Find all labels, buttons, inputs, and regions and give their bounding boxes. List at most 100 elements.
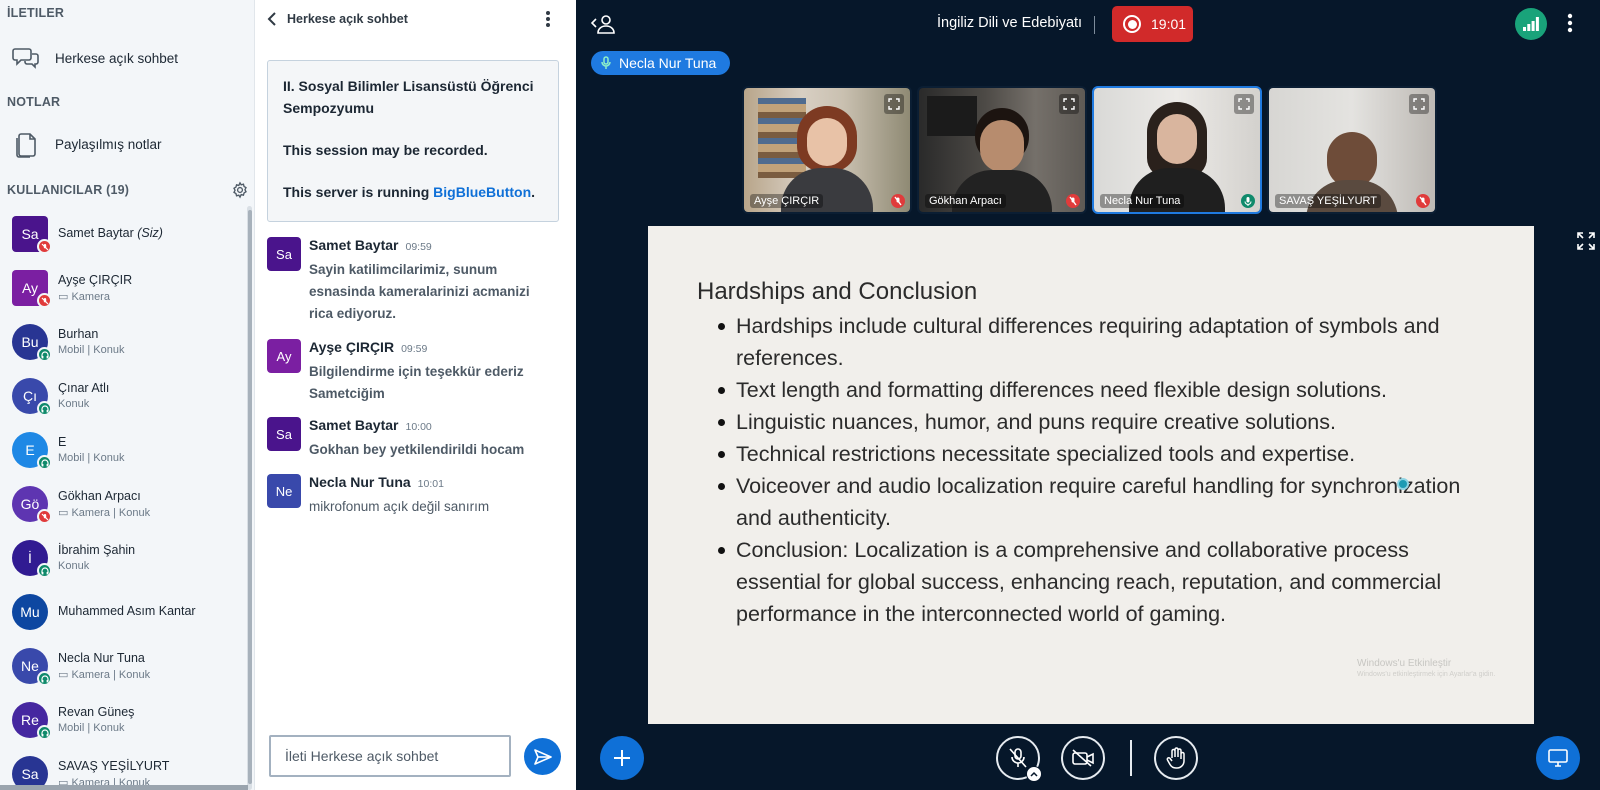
chat-message-input[interactable]: İleti Herkese açık sohbet (269, 735, 511, 777)
windows-activation-watermark: Windows'u Etkinleştir (1357, 658, 1452, 669)
expand-icon[interactable] (1234, 94, 1254, 114)
video-name: Gökhan Arpacı (925, 194, 1006, 208)
presenter-pointer (1397, 478, 1409, 490)
avatar: Mu (12, 594, 48, 630)
video-name: SAVAŞ YEŞİLYURT (1275, 194, 1382, 208)
video-name: Ayşe ÇIRÇIR (750, 194, 824, 208)
user-name: Revan Güneş (58, 705, 135, 719)
slide-bullet: Voiceover and audio localization require… (718, 470, 1496, 534)
user-status: Mobil | Konuk (58, 722, 125, 734)
plus-icon (614, 750, 630, 766)
user-list-panel: İLETILER Herkese açık sohbet NOTLAR Payl… (0, 0, 254, 790)
user-name: Muhammed Asım Kantar (58, 604, 196, 618)
user-list-item[interactable]: Mu Muhammed Asım Kantar (0, 584, 246, 638)
recording-indicator-button[interactable]: 19:01 (1112, 6, 1193, 42)
video-tile-gokhan[interactable]: Gökhan Arpacı (917, 86, 1087, 214)
header-divider (1094, 16, 1095, 34)
avatar: Ay (267, 339, 301, 373)
notes-section-title: NOTLAR (7, 95, 61, 109)
users-section-title: KULLANICILAR (19) (7, 183, 130, 197)
shared-notes-label: Paylaşılmış notlar (55, 136, 162, 152)
user-list-item[interactable]: Ay Ayşe ÇIRÇIR ▭ Kamera (0, 260, 246, 314)
welcome-title: II. Sosyal Bilimler Lisansüstü Öğrenci S… (283, 78, 534, 116)
message-text: mikrofonum açık değil sanırım (309, 499, 490, 514)
talking-indicator[interactable]: Necla Nur Tuna (591, 51, 731, 75)
meeting-title: İngiliz Dili ve Edebiyatı (937, 15, 1083, 31)
user-status: ▭ Kamera (58, 291, 110, 303)
chevron-left-icon[interactable] (267, 11, 277, 27)
expand-icon[interactable] (1059, 94, 1079, 114)
shared-notes-link[interactable]: Paylaşılmış notlar (12, 124, 162, 164)
user-name: Ayşe ÇIRÇIR (58, 273, 133, 287)
user-list-item[interactable]: Bu Burhan Mobil | Konuk (0, 314, 246, 368)
avatar: Sa (267, 417, 301, 451)
user-list-item[interactable]: Ne Necla Nur Tuna ▭ Kamera | Konuk (0, 638, 246, 692)
user-name: İbrahim Şahin (58, 543, 136, 557)
welcome-message: II. Sosyal Bilimler Lisansüstü Öğrenci S… (267, 60, 559, 222)
user-list-item[interactable]: EE Mobil | Konuk (0, 422, 246, 476)
video-name: Necla Nur Tuna (1100, 194, 1185, 208)
chat-options-icon[interactable] (545, 10, 551, 33)
user-status: Konuk (58, 560, 90, 572)
user-list-scrollbar-thumb[interactable] (248, 210, 252, 784)
video-tile-necla[interactable]: Necla Nur Tuna (1092, 86, 1262, 214)
user-name: Necla Nur Tuna (58, 651, 145, 665)
user-status: ▭ Kamera | Konuk (58, 507, 151, 519)
expand-icon[interactable] (884, 94, 904, 114)
public-chat-label: Herkese açık sohbet (55, 50, 179, 66)
video-tile-ayse[interactable]: Ayşe ÇIRÇIR (742, 86, 912, 214)
video-tile-savas[interactable]: SAVAŞ YEŞİLYURT (1267, 86, 1437, 214)
action-bar-divider (1130, 740, 1132, 776)
slide-bullet: Conclusion: Localization is a comprehens… (718, 534, 1496, 630)
horizontal-scrollbar[interactable] (0, 785, 248, 790)
microphone-icon (601, 56, 611, 69)
server-notice: This server is running BigBlueButton. (283, 184, 536, 200)
actions-button[interactable] (600, 736, 644, 780)
avatar: Ne (267, 474, 301, 508)
fullscreen-icon[interactable] (1577, 232, 1595, 250)
muted-microphone-icon (891, 194, 905, 208)
user-status: Mobil | Konuk (58, 344, 125, 356)
user-list-item[interactable]: Gö Gökhan Arpacı ▭ Kamera | Konuk (0, 476, 246, 530)
avatar: Sa (267, 237, 301, 271)
user-list-item[interactable]: Re Revan Güneş Mobil | Konuk (0, 692, 246, 746)
send-message-button[interactable] (524, 738, 561, 775)
chevron-up-icon (1030, 771, 1038, 777)
user-list-item[interactable]: Sa SAVAŞ YEŞİLYURT ▭ Kamera | Konuk (0, 746, 246, 790)
recording-notice: This session may be recorded. (283, 142, 488, 158)
hand-icon (1166, 747, 1185, 769)
public-chat-link[interactable]: Herkese açık sohbet (12, 38, 178, 78)
connection-status-button[interactable] (1515, 8, 1547, 40)
user-name: Gökhan Arpacı (58, 489, 141, 503)
user-list-item[interactable]: Sa Samet Baytar (Siz) (0, 206, 246, 260)
user-name: SAVAŞ YEŞİLYURT (58, 759, 170, 773)
bigbluebutton-link[interactable]: BigBlueButton (433, 184, 531, 200)
headphones-icon (37, 347, 52, 362)
expand-icon[interactable] (1409, 94, 1429, 114)
toggle-user-list-icon[interactable] (590, 12, 617, 36)
user-list-item[interactable]: Çı Çınar Atlı Konuk (0, 368, 246, 422)
screen-share-button[interactable] (1536, 736, 1580, 780)
headphones-icon (37, 455, 52, 470)
more-options-icon[interactable] (1567, 13, 1573, 38)
record-icon (1123, 15, 1141, 33)
message-author: Samet Baytar (309, 237, 399, 253)
slide-bullet-list: Hardships include cultural differences r… (718, 310, 1496, 630)
muted-microphone-icon (1066, 194, 1080, 208)
message-author: Necla Nur Tuna (309, 474, 411, 490)
chat-header[interactable]: Herkese açık sohbet (267, 8, 408, 30)
slide-bullet: Text length and formatting differences n… (718, 374, 1496, 406)
microphone-off-icon (1009, 748, 1027, 768)
gear-icon[interactable] (231, 181, 249, 199)
share-webcam-button[interactable] (1061, 736, 1105, 780)
muted-microphone-icon (37, 509, 52, 524)
message-time: 09:59 (401, 343, 428, 355)
message-text: Bilgilendirme için teşekkür ederiz Samet… (309, 364, 524, 401)
raise-hand-button[interactable] (1154, 736, 1198, 780)
user-list: Sa Samet Baytar (Siz) Ay Ayşe ÇIRÇIR ▭ Kam… (0, 206, 246, 790)
headphones-icon (37, 725, 52, 740)
user-list-item[interactable]: İ İbrahim Şahin Konuk (0, 530, 246, 584)
audio-options-chevron[interactable] (1026, 766, 1042, 782)
presentation-slide[interactable]: Hardships and Conclusion Hardships inclu… (648, 226, 1534, 724)
muted-microphone-icon (1416, 194, 1430, 208)
